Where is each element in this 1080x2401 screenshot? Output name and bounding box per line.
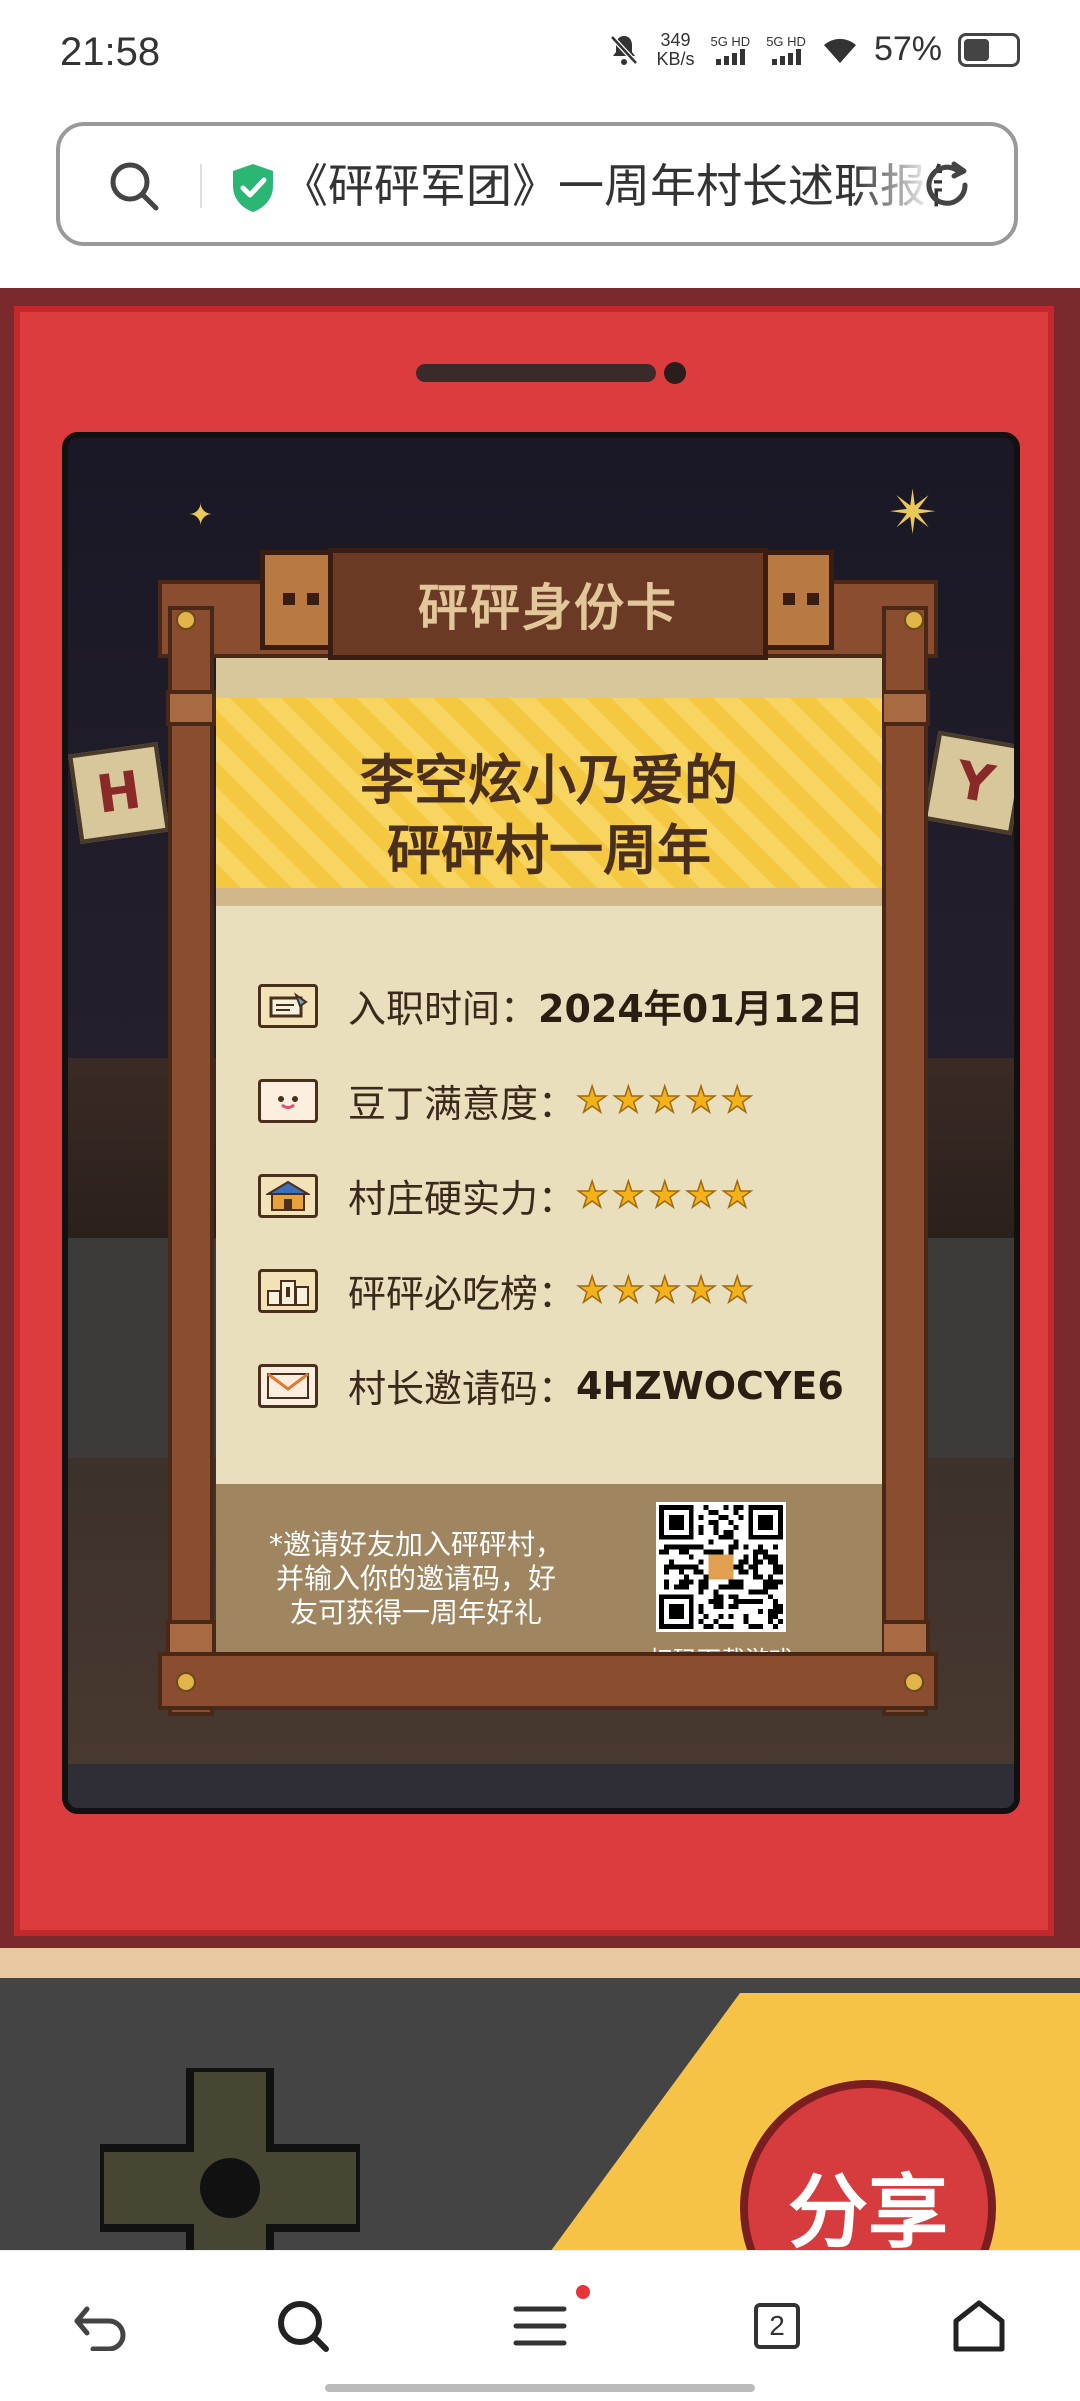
star-icon: ★: [684, 1269, 718, 1311]
network-speed-unit: KB/s: [656, 48, 695, 69]
signal-sim1-icon: 5G HD: [710, 34, 750, 65]
sim1-label: 5G HD: [710, 34, 751, 49]
card-paper: 李空炫小乃爱的 砰砰村一周年 入职时间： 2024年01月12日 豆丁满意度： …: [216, 658, 882, 1674]
page-title[interactable]: 《砰砰军团》一周年村长述职报告: [282, 150, 942, 216]
village-strength-stars: ★ ★ ★ ★ ★: [575, 1174, 754, 1216]
satisfaction-stars: ★ ★ ★ ★ ★: [575, 1079, 754, 1121]
invite-code-label: 村长邀请码：: [348, 1367, 577, 1411]
scroll-bottom-beam: [158, 1652, 938, 1710]
face-icon: [258, 1078, 318, 1123]
join-date-value: 2024年01月12日: [538, 987, 864, 1031]
wifi-icon: [823, 38, 856, 63]
battery-percent: 57%: [873, 30, 942, 68]
card-footer: *邀请好友加入砰砰村，并输入你的邀请码，好友可获得一周年好礼 扫码下载游戏: [216, 1484, 882, 1674]
banner-flag-right: Y: [922, 730, 1014, 836]
star-icon: ★: [612, 1174, 646, 1216]
info-row-satisfaction: 豆丁满意度： ★ ★ ★ ★ ★: [258, 1053, 868, 1148]
invite-note: *邀请好友加入砰砰村，并输入你的邀请码，好友可获得一周年好礼: [268, 1528, 563, 1629]
browser-bottom-nav: 2: [0, 2250, 1080, 2401]
search-icon[interactable]: [106, 158, 162, 214]
mute-bell-icon: [610, 34, 639, 65]
qr-code[interactable]: [656, 1502, 786, 1632]
star-icon: ★: [648, 1079, 682, 1121]
address-bar[interactable]: 《砰砰军团》一周年村长述职报告: [56, 122, 1018, 246]
dpad-icon: [100, 2068, 360, 2250]
network-speed-value: 349: [660, 29, 691, 50]
star-icon: ★: [648, 1174, 682, 1216]
ticket-icon: [258, 983, 318, 1028]
status-icons: 349 KB/s 5G HD 5G HD 57%: [608, 30, 1020, 69]
star-icon: ★: [720, 1174, 754, 1216]
star-icon: ★: [575, 1269, 609, 1311]
home-icon[interactable]: [944, 2291, 1014, 2361]
firework-left-icon: ✦: [188, 498, 214, 533]
star-icon: ★: [684, 1174, 718, 1216]
headline-line-2: 砰砰村一周年: [387, 819, 711, 882]
village-strength-label: 村庄硬实力：: [348, 1177, 577, 1221]
reload-icon[interactable]: [918, 156, 976, 214]
device-base-stripe: [0, 1948, 1080, 1978]
search-nav-icon[interactable]: [268, 2291, 338, 2361]
home-indicator[interactable]: [325, 2384, 755, 2392]
sim2-label: 5G HD: [766, 34, 806, 49]
mascot-right-icon: [760, 550, 834, 650]
shield-check-icon: [233, 164, 273, 212]
info-row-join-date: 入职时间： 2024年01月12日: [258, 958, 868, 1053]
card-plate-title: 砰砰身份卡: [328, 548, 768, 660]
tabs-icon[interactable]: 2: [742, 2291, 812, 2361]
star-icon: ★: [575, 1079, 609, 1121]
tab-count: 2: [754, 2303, 800, 2349]
network-speed: 349 KB/s: [656, 29, 695, 69]
screen-bezel-bottom: [68, 1764, 1014, 1808]
menu-notification-dot: [576, 2285, 590, 2299]
device-camera: [664, 362, 686, 384]
back-icon[interactable]: [66, 2291, 136, 2361]
status-time: 21:58: [60, 30, 161, 74]
mascot-left-icon: [260, 550, 334, 650]
address-divider: [200, 164, 202, 208]
card-headline: 李空炫小乃爱的 砰砰村一周年: [216, 746, 882, 886]
scroll-pole-right: [880, 606, 930, 1716]
star-icon: ★: [720, 1079, 754, 1121]
signal-sim2-icon: 5G HD: [766, 34, 806, 65]
battery-icon: [958, 32, 1020, 67]
device-speaker: [416, 364, 656, 382]
card-header: 李空炫小乃爱的 砰砰村一周年: [216, 698, 882, 888]
info-list: 入职时间： 2024年01月12日 豆丁满意度： ★ ★ ★ ★ ★ 村庄硬实力…: [258, 958, 868, 1433]
menu-icon[interactable]: [505, 2291, 575, 2361]
satisfaction-label: 豆丁满意度：: [348, 1082, 577, 1126]
device-screen: ✦ ✴ H Y 李空炫小乃爱的 砰砰村一周年 入职时间： 2024年01月12日…: [62, 432, 1020, 1814]
status-bar: 21:58 349 KB/s 5G HD 5G HD 57%: [0, 0, 1080, 112]
identity-card: 李空炫小乃爱的 砰砰村一周年 入职时间： 2024年01月12日 豆丁满意度： …: [158, 546, 938, 1746]
web-content: ✦ ✴ H Y 李空炫小乃爱的 砰砰村一周年 入职时间： 2024年01月12日…: [0, 288, 1080, 2250]
join-date-label: 入职时间：: [348, 987, 539, 1031]
star-icon: ★: [612, 1269, 646, 1311]
podium-icon: [258, 1268, 318, 1313]
info-row-village-strength: 村庄硬实力： ★ ★ ★ ★ ★: [258, 1148, 868, 1243]
info-row-invite-code: 村长邀请码： 4HZWOCYE6: [258, 1338, 868, 1433]
star-icon: ★: [612, 1079, 646, 1121]
info-row-must-eat: 砰砰必吃榜： ★ ★ ★ ★ ★: [258, 1243, 868, 1338]
game-device-frame: ✦ ✴ H Y 李空炫小乃爱的 砰砰村一周年 入职时间： 2024年01月12日…: [14, 306, 1054, 1936]
house-icon: [258, 1173, 318, 1218]
star-icon: ★: [720, 1269, 754, 1311]
must-eat-label: 砰砰必吃榜：: [348, 1272, 577, 1316]
scroll-pole-left: [166, 606, 216, 1716]
envelope-icon: [258, 1363, 318, 1408]
invite-code-value[interactable]: 4HZWOCYE6: [576, 1364, 844, 1408]
star-icon: ★: [575, 1174, 609, 1216]
banner-flag-left: H: [68, 742, 170, 844]
must-eat-stars: ★ ★ ★ ★ ★: [575, 1269, 754, 1311]
star-icon: ★: [648, 1269, 682, 1311]
firework-right-icon: ✴: [888, 478, 939, 548]
star-icon: ★: [684, 1079, 718, 1121]
headline-line-1: 李空炫小乃爱的: [360, 749, 738, 812]
